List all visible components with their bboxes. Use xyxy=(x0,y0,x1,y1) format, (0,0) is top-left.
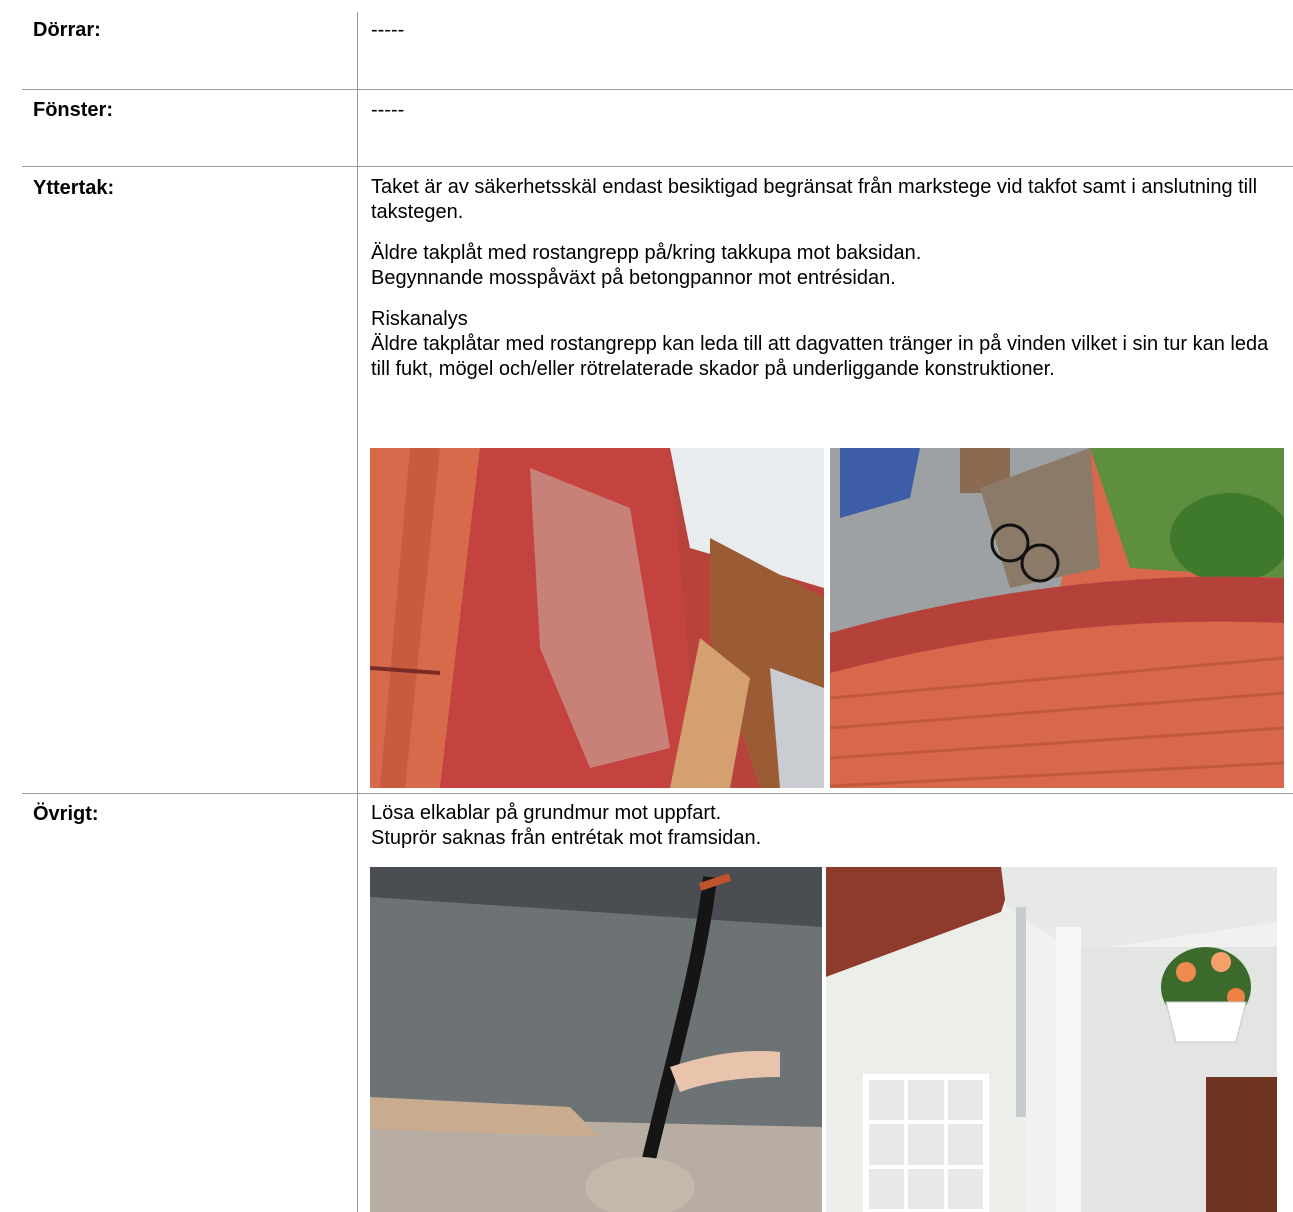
row-divider xyxy=(22,166,1293,167)
photo-roof-tiles xyxy=(830,448,1284,788)
yttertak-para1: Taket är av säkerhetsskäl endast besikti… xyxy=(371,176,1258,223)
yttertak-text: Taket är av säkerhetsskäl endast besikti… xyxy=(371,175,1271,382)
ovrigt-text: Lösa elkablar på grundmur mot uppfart. S… xyxy=(371,801,1271,851)
yttertak-riskanalys-heading: Riskanalys xyxy=(371,308,468,330)
row-divider xyxy=(22,89,1293,90)
photo-loose-cable xyxy=(370,867,822,1212)
yttertak-riskanalys-body: Äldre takplåtar med rostangrepp kan leda… xyxy=(371,333,1269,380)
photo-rusty-roof-flashing xyxy=(370,448,824,788)
photo-house-entrance xyxy=(826,867,1277,1212)
ovrigt-line2: Stuprör saknas från entrétak mot framsid… xyxy=(371,827,762,849)
label-yttertak: Yttertak: xyxy=(33,177,115,199)
yttertak-para2-line1: Äldre takplåt med rostangrepp på/kring t… xyxy=(371,242,922,264)
row-divider xyxy=(22,793,1293,794)
value-dorrar: ----- xyxy=(371,19,405,41)
label-dorrar: Dörrar: xyxy=(33,19,101,41)
ovrigt-line1: Lösa elkablar på grundmur mot uppfart. xyxy=(371,802,722,824)
value-fonster: ----- xyxy=(371,99,405,121)
label-ovrigt: Övrigt: xyxy=(33,803,99,825)
yttertak-para2-line2: Begynnande mosspåväxt på betongpannor mo… xyxy=(371,267,896,289)
column-divider xyxy=(357,12,358,1212)
label-fonster: Fönster: xyxy=(33,99,113,121)
